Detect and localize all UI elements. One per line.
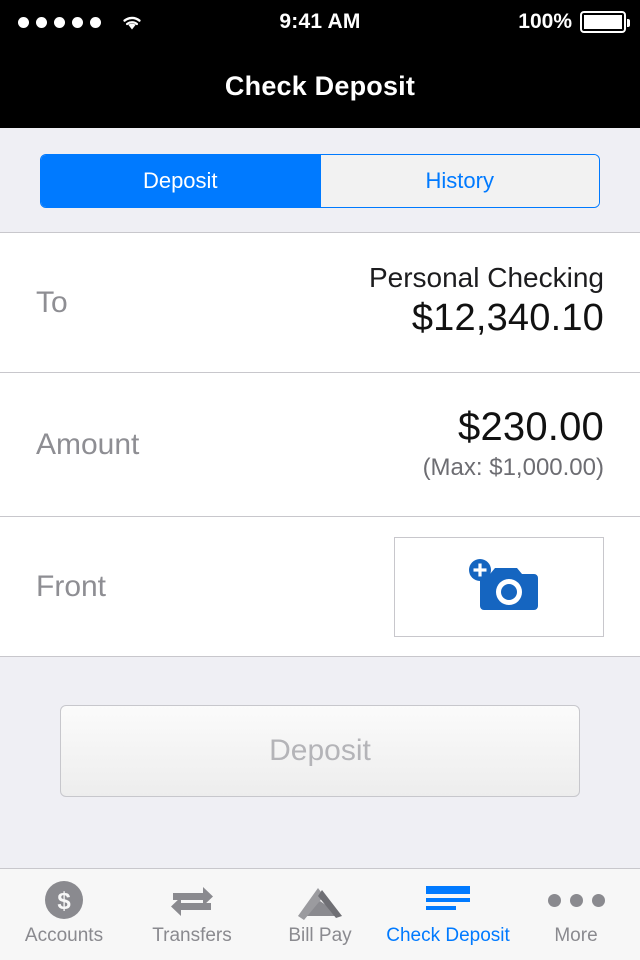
front-capture-group [394,536,604,637]
deposit-button[interactable]: Deposit [60,705,580,797]
amount-max-note: (Max: $1,000.00) [422,453,604,481]
ellipsis-icon [547,877,605,923]
status-battery-area: 100% [518,10,630,34]
tab-check-deposit[interactable]: Check Deposit [384,869,512,947]
battery-full-icon [580,11,630,33]
to-account-balance: $12,340.10 [411,296,604,339]
row-amount[interactable]: Amount $230.00 (Max: $1,000.00) [0,373,640,517]
tab-label: Accounts [24,925,104,946]
segmented-control-container: Deposit History [0,128,640,232]
tab-transfers[interactable]: Transfers [128,869,256,947]
front-label: Front [36,569,107,603]
amount-value-group: $230.00 (Max: $1,000.00) [423,404,604,486]
to-label: To [36,285,68,319]
page-title: Check Deposit [224,70,416,101]
amount-input[interactable]: $230.00 [423,404,604,450]
deposit-form: To Personal Checking $12,340.10 Amount $… [0,232,640,657]
cta-container: Deposit [0,657,640,797]
dollar-circle-icon: $ [41,877,87,923]
tab-deposit[interactable]: Deposit [41,155,320,207]
svg-text:$: $ [57,888,71,915]
camera-add-icon [456,556,542,618]
tab-bill-pay[interactable]: Bill Pay [256,869,384,947]
status-bar: 9:41 AM 100% [0,0,640,44]
tab-history[interactable]: History [319,155,599,207]
tab-accounts[interactable]: $ Accounts [0,869,128,947]
to-value-group: Personal Checking $12,340.10 [369,262,604,344]
tab-label: More [554,925,598,946]
tab-label: Transfers [152,925,232,946]
tab-label: Check Deposit [386,925,510,946]
tab-more[interactable]: More [512,869,640,947]
row-to-account[interactable]: To Personal Checking $12,340.10 [0,233,640,373]
row-front-image[interactable]: Front [0,517,640,657]
front-capture-button[interactable] [394,536,604,637]
transfer-arrows-icon [167,877,217,923]
check-lines-icon [422,877,474,923]
navigation-bar: Check Deposit [0,44,640,128]
envelope-icon [294,877,346,923]
app-screen: 9:41 AM 100% Check Deposit Deposit Histo… [0,0,640,960]
tab-label: Bill Pay [288,925,352,946]
battery-percent-label: 100% [518,10,572,33]
to-account-name: Personal Checking [368,261,604,293]
segmented-control[interactable]: Deposit History [40,154,600,208]
tab-bar: $ Accounts Transfers Bill Pay Check Depo… [0,868,640,960]
amount-label: Amount [36,427,140,461]
